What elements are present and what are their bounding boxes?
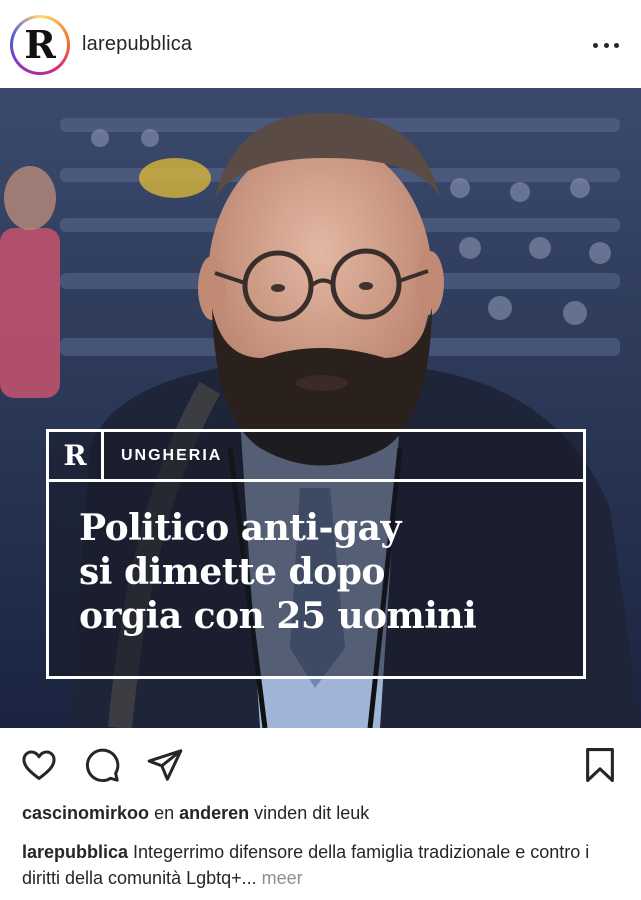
card-category: UNGHERIA [121, 447, 223, 464]
likes-connector: en [154, 803, 175, 823]
post-header: R larepubblica [0, 0, 641, 88]
caption-username[interactable]: larepubblica [22, 842, 128, 862]
likes-others[interactable]: anderen [179, 803, 249, 823]
comment-icon[interactable] [83, 746, 121, 789]
heart-icon[interactable] [20, 746, 58, 789]
likes-suffix: vinden dit leuk [254, 803, 370, 823]
headline-line: si dimette dopo [79, 551, 385, 593]
likes-user[interactable]: cascinomirkoo [22, 803, 149, 823]
post-username[interactable]: larepubblica [82, 33, 192, 56]
post-caption: larepubblica Integerrimo difensore della… [22, 839, 622, 891]
headline-line: Politico anti-gay [79, 507, 401, 549]
send-icon[interactable] [146, 746, 184, 789]
avatar-logo: R [13, 18, 67, 72]
avatar-letter: R [24, 22, 56, 67]
bookmark-icon[interactable] [583, 746, 617, 789]
repubblica-logo: R [49, 432, 104, 479]
post-image[interactable]: R UNGHERIA Politico anti-gay si dimette … [0, 88, 641, 728]
headline-card: R UNGHERIA Politico anti-gay si dimette … [46, 429, 586, 679]
more-options-icon[interactable] [593, 43, 619, 49]
more-link[interactable]: meer [262, 868, 303, 888]
headline: Politico anti-gay si dimette dopo orgia … [79, 506, 477, 638]
action-bar [0, 728, 641, 800]
avatar[interactable]: R [10, 15, 70, 75]
headline-line: orgia con 25 uomini [79, 595, 477, 637]
likes-summary: cascinomirkoo en anderen vinden dit leuk [22, 803, 369, 824]
card-header: R UNGHERIA [49, 432, 583, 482]
